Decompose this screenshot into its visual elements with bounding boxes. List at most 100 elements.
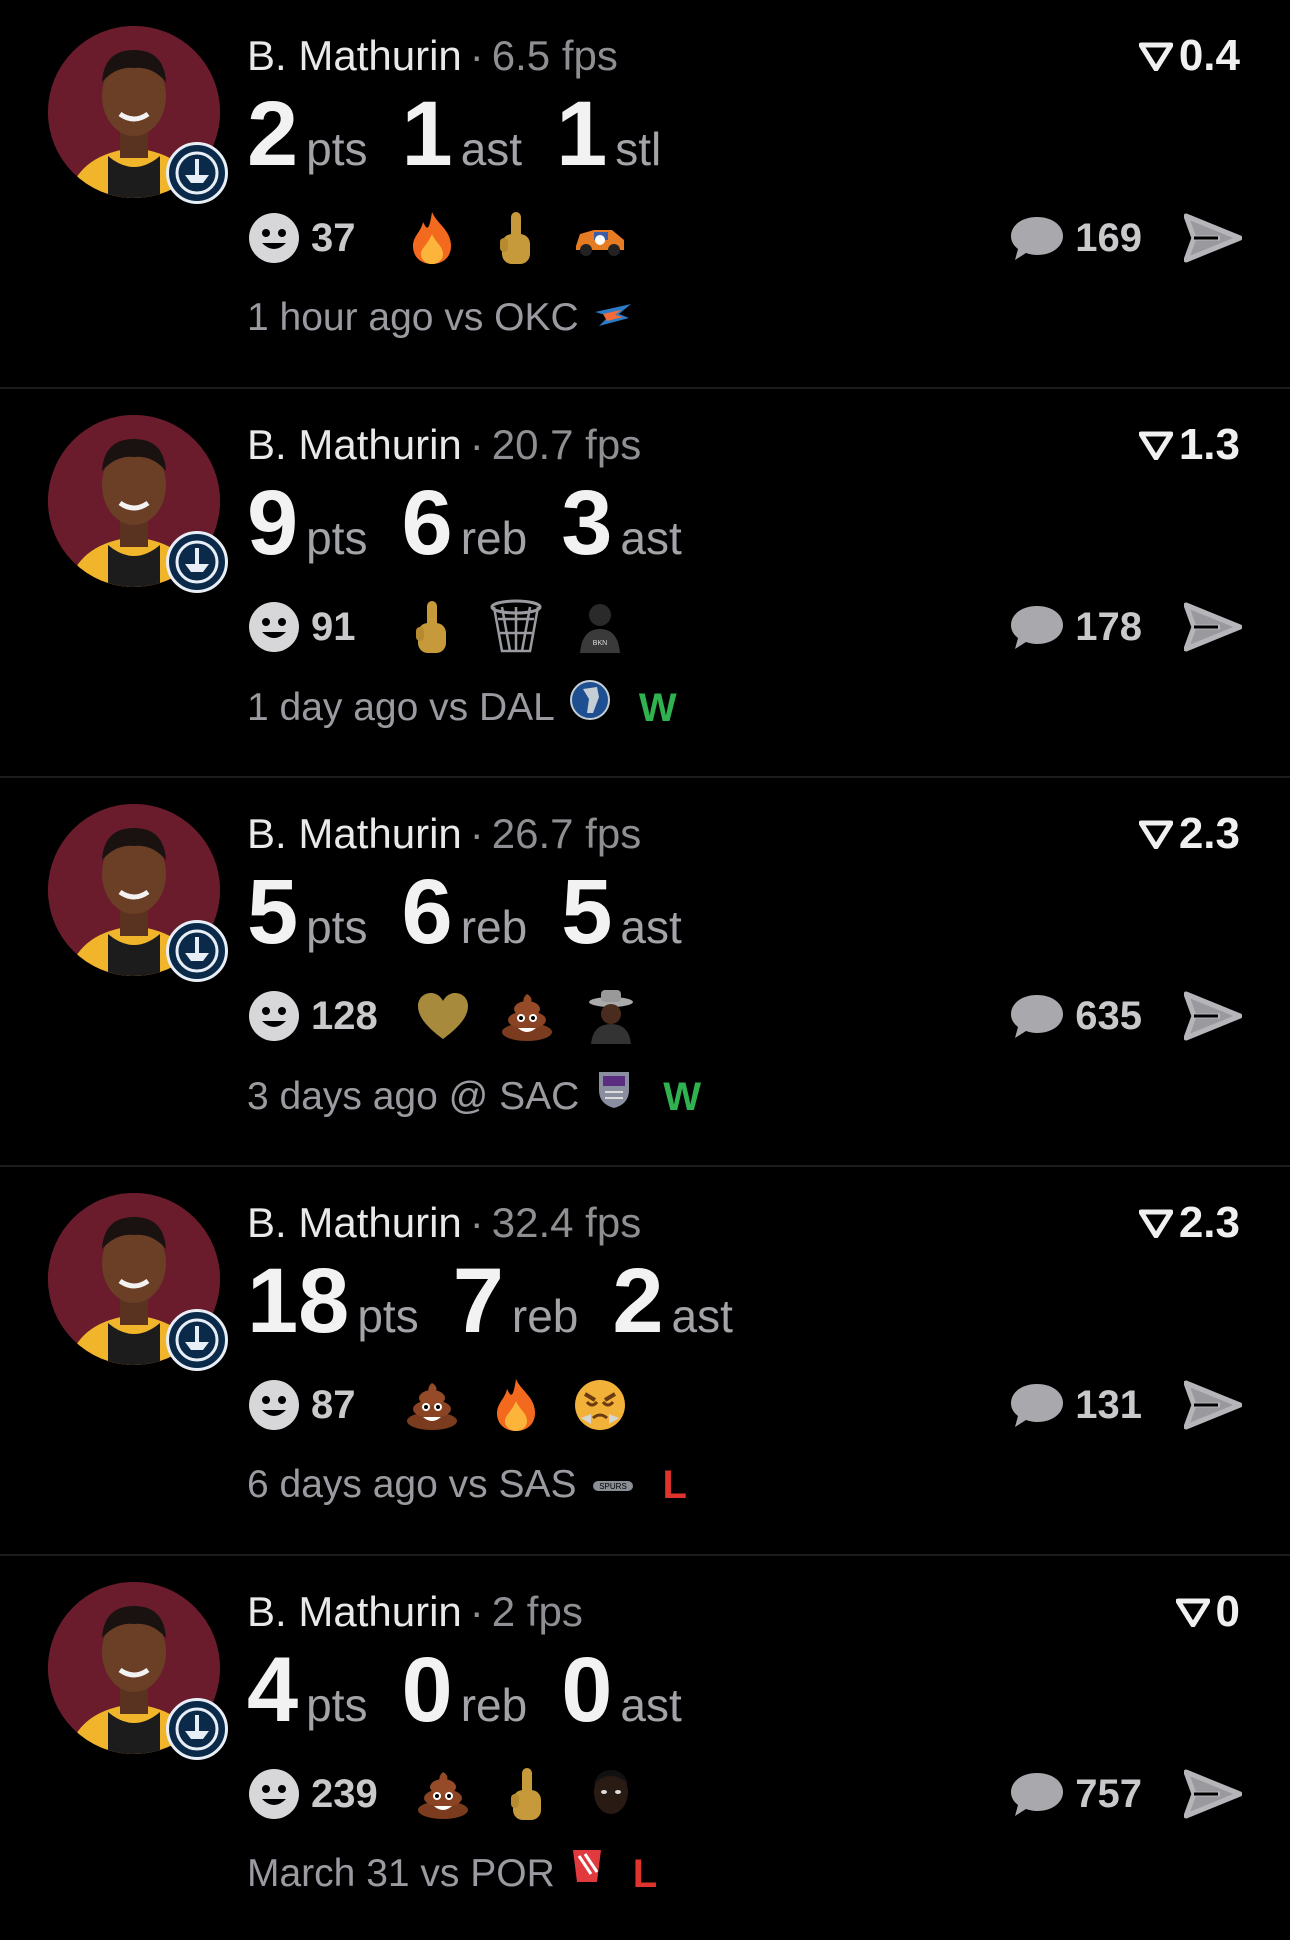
post-score[interactable]: 0.4 bbox=[1138, 28, 1240, 84]
post-card[interactable]: B. Mathurin · 20.7 fps 1.3 9 pts 6 reb 3 ast 91… bbox=[0, 389, 1290, 778]
stat-label: ast bbox=[620, 901, 682, 953]
middle-finger-emoji[interactable] bbox=[487, 209, 545, 267]
fantasy-points: 2 fps bbox=[491, 1588, 583, 1635]
poop-emoji[interactable] bbox=[498, 987, 556, 1045]
share-icon[interactable] bbox=[1184, 1768, 1242, 1820]
comment-button[interactable]: 635 bbox=[1009, 984, 1142, 1048]
stat-label: ast bbox=[671, 1290, 733, 1342]
reaction-emojis bbox=[403, 209, 655, 267]
smiley-icon[interactable] bbox=[247, 600, 301, 654]
smiley-icon[interactable] bbox=[247, 211, 301, 265]
game-meta[interactable]: 1 day ago vs DAL W bbox=[247, 679, 677, 737]
middle-finger-emoji[interactable] bbox=[498, 1765, 556, 1823]
player-name[interactable]: B. Mathurin bbox=[247, 810, 462, 857]
smiley-icon[interactable] bbox=[247, 1378, 301, 1432]
poop-emoji[interactable] bbox=[414, 1765, 472, 1823]
angry-face-emoji[interactable] bbox=[571, 1376, 629, 1434]
player-name[interactable]: B. Mathurin bbox=[247, 1199, 462, 1246]
share-icon[interactable] bbox=[1184, 601, 1242, 653]
cone-icon bbox=[1138, 1209, 1173, 1238]
game-info: 3 days ago @ SAC bbox=[247, 1075, 580, 1118]
post-score[interactable]: 1.3 bbox=[1138, 417, 1240, 473]
fire-emoji[interactable] bbox=[487, 1376, 545, 1434]
post-score[interactable]: 2.3 bbox=[1138, 806, 1240, 862]
game-meta[interactable]: March 31 vs POR L bbox=[247, 1846, 657, 1902]
stat-value: 3 bbox=[561, 472, 613, 574]
stat-pts: 4 pts bbox=[247, 1640, 368, 1740]
post-score[interactable]: 0 bbox=[1175, 1584, 1240, 1640]
post-header: B. Mathurin · 2 fps bbox=[247, 1584, 583, 1640]
share-icon[interactable] bbox=[1184, 1379, 1242, 1431]
race-car-emoji[interactable] bbox=[571, 209, 629, 267]
post-card[interactable]: B. Mathurin · 26.7 fps 2.3 5 pts 6 reb 5 ast 12… bbox=[0, 778, 1290, 1167]
game-meta[interactable]: 1 hour ago vs OKC bbox=[247, 290, 661, 346]
separator-dot: · bbox=[469, 1199, 484, 1246]
cowboy-hat-person-emoji[interactable] bbox=[582, 987, 640, 1045]
stat-label: pts bbox=[357, 1290, 419, 1342]
stat-value: 1 bbox=[556, 83, 608, 185]
middle-finger-emoji[interactable] bbox=[403, 598, 461, 656]
game-meta[interactable]: 3 days ago @ SAC W bbox=[247, 1068, 701, 1126]
game-info: March 31 vs POR bbox=[247, 1852, 555, 1895]
fantasy-points: 20.7 fps bbox=[491, 421, 642, 468]
gold-heart-emoji[interactable] bbox=[414, 987, 472, 1045]
stat-label: reb bbox=[460, 901, 528, 953]
stat-value: 2 bbox=[247, 83, 299, 185]
reaction-row[interactable]: 239 bbox=[247, 1762, 666, 1826]
stat-value: 18 bbox=[247, 1250, 350, 1352]
reaction-emojis bbox=[414, 987, 666, 1045]
stat-line: 5 pts 6 reb 5 ast bbox=[247, 862, 716, 962]
comment-bubble-icon bbox=[1011, 995, 1064, 1038]
svg-text:SPURS: SPURS bbox=[599, 1482, 627, 1491]
comment-button[interactable]: 757 bbox=[1009, 1762, 1142, 1826]
smiley-icon[interactable] bbox=[247, 989, 301, 1043]
player-name[interactable]: B. Mathurin bbox=[247, 421, 462, 468]
share-icon[interactable] bbox=[1184, 990, 1242, 1042]
reaction-row[interactable]: 37 bbox=[247, 206, 655, 270]
stat-label: pts bbox=[306, 123, 368, 175]
stat-label: reb bbox=[460, 1679, 528, 1731]
basketball-net-emoji[interactable] bbox=[487, 598, 545, 656]
team-badge-icon bbox=[166, 1698, 228, 1760]
reaction-row[interactable]: 128 bbox=[247, 984, 666, 1048]
reaction-row[interactable]: 87 bbox=[247, 1373, 655, 1437]
player-name[interactable]: B. Mathurin bbox=[247, 32, 462, 79]
separator-dot: · bbox=[469, 810, 484, 857]
game-result: W bbox=[663, 1075, 702, 1119]
comment-count: 169 bbox=[1075, 215, 1142, 260]
post-card[interactable]: B. Mathurin · 2 fps 0 4 pts 0 reb 0 ast 239 757 bbox=[0, 1556, 1290, 1940]
stat-value: 5 bbox=[561, 861, 613, 963]
comment-button[interactable]: 131 bbox=[1009, 1373, 1142, 1437]
stat-ast: 3 ast bbox=[561, 473, 682, 573]
comment-button[interactable]: 169 bbox=[1009, 206, 1142, 270]
comment-bubble-icon bbox=[1011, 606, 1064, 649]
reaction-count: 239 bbox=[311, 1771, 378, 1816]
post-card[interactable]: B. Mathurin · 6.5 fps 0.4 2 pts 1 ast 1 stl 37 … bbox=[0, 0, 1290, 389]
stat-label: pts bbox=[306, 901, 368, 953]
stat-ast: 0 ast bbox=[561, 1640, 682, 1740]
poop-emoji[interactable] bbox=[403, 1376, 461, 1434]
dark-face-emoji[interactable] bbox=[582, 1765, 640, 1823]
share-icon[interactable] bbox=[1184, 212, 1242, 264]
cone-icon bbox=[1138, 431, 1173, 460]
team-badge-icon bbox=[166, 1309, 228, 1371]
smiley-icon[interactable] bbox=[247, 1767, 301, 1821]
separator-dot: · bbox=[469, 1588, 484, 1635]
reaction-emojis bbox=[414, 1765, 666, 1823]
stat-ast: 1 ast bbox=[402, 84, 523, 184]
post-card[interactable]: B. Mathurin · 32.4 fps 2.3 18 pts 7 reb 2 ast 8… bbox=[0, 1167, 1290, 1556]
stat-reb: 7 reb bbox=[453, 1251, 579, 1351]
comment-button[interactable]: 178 bbox=[1009, 595, 1142, 659]
player-name[interactable]: B. Mathurin bbox=[247, 1588, 462, 1635]
reaction-count: 91 bbox=[311, 604, 356, 649]
score-value: 0.4 bbox=[1178, 31, 1240, 80]
brooklyn-player-emoji[interactable]: BKN bbox=[571, 598, 629, 656]
fire-emoji[interactable] bbox=[403, 209, 461, 267]
reaction-emojis bbox=[403, 1376, 655, 1434]
game-result: L bbox=[662, 1463, 687, 1507]
reaction-row[interactable]: 91 BKN bbox=[247, 595, 655, 659]
game-meta[interactable]: 6 days ago vs SAS SPURS L bbox=[247, 1457, 687, 1513]
team-badge-icon bbox=[166, 920, 228, 982]
post-score[interactable]: 2.3 bbox=[1138, 1195, 1240, 1251]
fantasy-points: 32.4 fps bbox=[491, 1199, 642, 1246]
